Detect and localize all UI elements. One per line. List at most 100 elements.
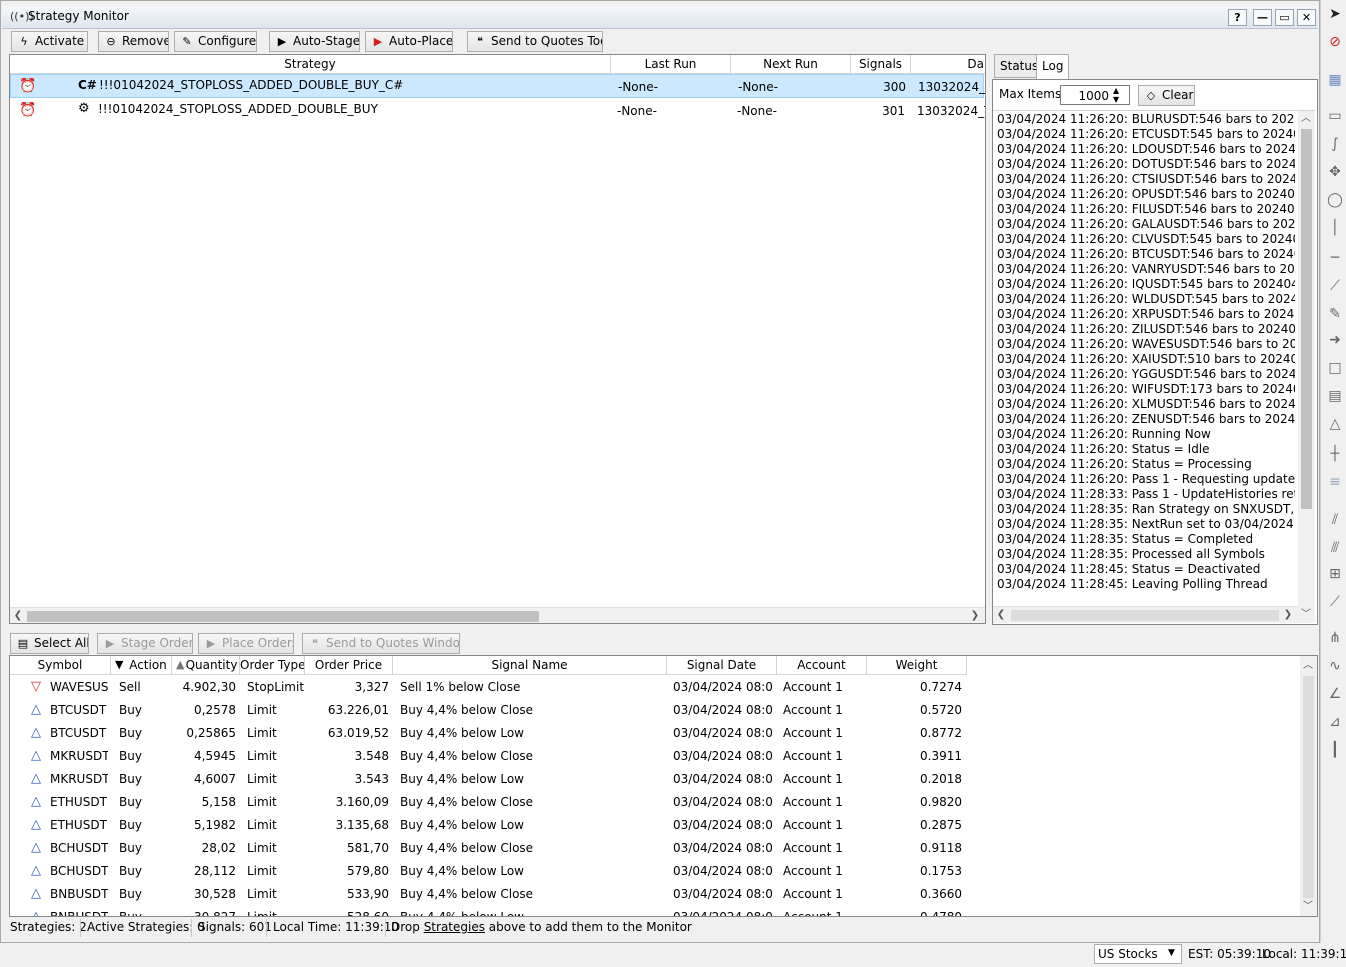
stage-orders-button[interactable]: ▶ Stage Orders bbox=[97, 633, 193, 654]
angle-icon[interactable]: ∠ bbox=[1325, 686, 1345, 708]
col-header-date[interactable]: Da bbox=[911, 55, 985, 74]
pattern-icon[interactable]: ⊞ bbox=[1325, 566, 1345, 588]
spin-down-icon[interactable]: ▼ bbox=[1113, 95, 1119, 104]
order-action: Buy bbox=[119, 749, 142, 763]
col-header-account[interactable]: Account bbox=[777, 656, 867, 675]
col-header-weight[interactable]: Weight bbox=[867, 656, 967, 675]
log-line: 03/04/2024 11:26:20: OPUSDT:546 bars to … bbox=[997, 187, 1295, 201]
strategy-row[interactable]: ⏰ ⚙ !!!01042024_STOPLOSS_ADDED_DOUBLE_BU… bbox=[10, 99, 985, 123]
auto-stage-button[interactable]: ▶ Auto-Stage bbox=[269, 31, 360, 52]
col-header-signal-name[interactable]: Signal Name bbox=[393, 656, 667, 675]
scroll-down-icon[interactable]: ﹀ bbox=[1300, 899, 1316, 915]
orders-vscrollbar[interactable]: ︿ ﹀ bbox=[1300, 656, 1317, 916]
pencil-icon[interactable]: ✎ bbox=[1325, 306, 1345, 328]
auto-place-button[interactable]: ▶ Auto-Place bbox=[365, 31, 453, 52]
place-orders-button[interactable]: ▶ Place Orders bbox=[198, 633, 294, 654]
table-row[interactable]: △ BCHUSDT Buy 28,02 Limit 581,70 Buy 4,4% belo… bbox=[10, 837, 1305, 860]
ellipse-icon[interactable]: ◯ bbox=[1325, 192, 1345, 214]
col-header-symbol[interactable]: Symbol bbox=[10, 656, 111, 675]
select-all-button[interactable]: ▤ Select All bbox=[10, 633, 89, 654]
send-to-quotes-window-button[interactable]: ❝ Send to Quotes Window bbox=[302, 633, 460, 654]
cycles-icon[interactable]: ┃ bbox=[1325, 742, 1345, 764]
order-action: Buy bbox=[119, 726, 142, 740]
strategy-hscrollbar[interactable]: ❮ ❯ bbox=[10, 607, 985, 623]
scroll-thumb[interactable] bbox=[1303, 676, 1314, 898]
activate-button[interactable]: ϟ Activate bbox=[11, 31, 88, 52]
grid-icon[interactable]: ▦ bbox=[1325, 72, 1345, 94]
send-to-quotes-tool-button[interactable]: ❝ Send to Quotes Tool bbox=[467, 31, 603, 52]
col-header-last-run[interactable]: Last Run bbox=[611, 55, 731, 74]
wave-icon[interactable]: ∿ bbox=[1325, 658, 1345, 680]
title-bar[interactable]: ((•)) Strategy Monitor ? — ▭ ✕ bbox=[2, 5, 1318, 29]
fork-icon[interactable]: ⋔ bbox=[1325, 630, 1345, 652]
ray-icon[interactable]: ⟋ bbox=[1325, 594, 1345, 616]
scroll-left-icon[interactable]: ❮ bbox=[993, 607, 1009, 623]
gann-icon[interactable]: ⊿ bbox=[1325, 714, 1345, 736]
col-header-order-price[interactable]: Order Price bbox=[305, 656, 393, 675]
col-header-quantity[interactable]: ▲ Quantity bbox=[172, 656, 240, 675]
col-header-signals[interactable]: Signals bbox=[851, 55, 911, 74]
order-account: Account 1 bbox=[783, 818, 843, 832]
parallel-icon[interactable]: ⫻ bbox=[1325, 540, 1345, 562]
scroll-down-icon[interactable]: ﹀ bbox=[1298, 607, 1314, 623]
arrow-icon[interactable]: ➜ bbox=[1325, 332, 1345, 354]
market-select[interactable]: US Stocks ▼ bbox=[1094, 944, 1182, 964]
table-row[interactable]: △ BNBUSDT Buy 30,827 Limit 528,60 Buy 4,4% bel… bbox=[10, 906, 1305, 916]
table-row[interactable]: △ BTCUSDT Buy 0,25865 Limit 63.019,52 Buy 4,4%… bbox=[10, 722, 1305, 745]
order-account: Account 1 bbox=[783, 772, 843, 786]
order-quantity: 0,25865 bbox=[186, 726, 236, 740]
help-button[interactable]: ? bbox=[1228, 9, 1247, 26]
clear-log-button[interactable]: ◇ Clear bbox=[1138, 85, 1195, 106]
table-row[interactable]: △ BCHUSDT Buy 28,112 Limit 579,80 Buy 4,4% bel… bbox=[10, 860, 1305, 883]
scroll-thumb[interactable] bbox=[1301, 129, 1312, 509]
horizontal-line-icon[interactable]: ─ bbox=[1325, 250, 1345, 272]
note-icon[interactable]: ▤ bbox=[1325, 388, 1345, 410]
marker-icon[interactable]: ┼ bbox=[1325, 446, 1345, 468]
triangle-icon[interactable]: △ bbox=[1325, 416, 1345, 438]
scroll-up-icon[interactable]: ︿ bbox=[1300, 658, 1316, 674]
strategy-row[interactable]: ⏰ C# !!!01042024_STOPLOSS_ADDED_DOUBLE_B… bbox=[10, 74, 985, 98]
tab-log[interactable]: Log bbox=[1036, 54, 1070, 80]
table-row[interactable]: ▽ WAVESUSD Sell 4.902,30 StopLimit 3,327 Sell … bbox=[10, 676, 1305, 699]
col-header-order-type[interactable]: Order Type bbox=[240, 656, 305, 675]
send-quotes-window-label: Send to Quotes Window bbox=[326, 636, 460, 650]
table-row[interactable]: △ BNBUSDT Buy 30,528 Limit 533,90 Buy 4,4% bel… bbox=[10, 883, 1305, 906]
calendar-icon[interactable]: ▭ bbox=[1325, 108, 1345, 130]
spin-up-icon[interactable]: ▲ bbox=[1113, 86, 1119, 95]
order-quantity: 4.902,30 bbox=[182, 680, 236, 694]
log-hscrollbar[interactable]: ❮ ❯ bbox=[993, 606, 1298, 623]
no-entry-icon[interactable]: ⊘ bbox=[1325, 34, 1345, 56]
channel-icon[interactable]: ⫽ bbox=[1325, 512, 1345, 534]
rectangle-icon[interactable]: □ bbox=[1325, 360, 1345, 382]
scroll-thumb[interactable] bbox=[27, 611, 539, 622]
col-header-signal-date[interactable]: Signal Date bbox=[667, 656, 777, 675]
vertical-line-icon[interactable]: │ bbox=[1325, 220, 1345, 242]
scroll-left-icon[interactable]: ❮ bbox=[10, 608, 26, 623]
table-row[interactable]: △ ETHUSDT Buy 5,1982 Limit 3.135,68 Buy 4,4% b… bbox=[10, 814, 1305, 837]
cursor-icon[interactable]: ➤ bbox=[1325, 6, 1345, 28]
maximize-button[interactable]: ▭ bbox=[1275, 9, 1294, 26]
table-row[interactable]: △ ETHUSDT Buy 5,158 Limit 3.160,09 Buy 4,4% be… bbox=[10, 791, 1305, 814]
scroll-thumb[interactable] bbox=[1011, 610, 1279, 621]
col-header-action[interactable]: ▼ Action bbox=[111, 656, 172, 675]
close-button[interactable]: ✕ bbox=[1297, 9, 1316, 26]
table-row[interactable]: △ BTCUSDT Buy 0,2578 Limit 63.226,01 Buy 4,4% … bbox=[10, 699, 1305, 722]
crosshair-icon[interactable]: ✥ bbox=[1325, 164, 1345, 186]
log-vscrollbar[interactable]: ︿ ﹀ bbox=[1298, 111, 1315, 623]
col-header-next-run[interactable]: Next Run bbox=[731, 55, 851, 74]
remove-icon: ⊖ bbox=[106, 35, 116, 48]
table-row[interactable]: △ MKRUSDT Buy 4,6007 Limit 3.543 Buy 4,4% belo… bbox=[10, 768, 1305, 791]
col-header-strategy[interactable]: Strategy bbox=[10, 55, 611, 74]
table-row[interactable]: △ MKRUSDT Buy 4,5945 Limit 3.548 Buy 4,4% belo… bbox=[10, 745, 1305, 768]
scroll-right-icon[interactable]: ❯ bbox=[1280, 607, 1296, 623]
minimize-button[interactable]: — bbox=[1253, 9, 1272, 26]
remove-button[interactable]: ⊖ Remove bbox=[98, 31, 169, 52]
fib-icon[interactable]: ≡ bbox=[1325, 474, 1345, 496]
max-items-stepper[interactable]: 1000 ▲ ▼ bbox=[1060, 85, 1130, 105]
curve-icon[interactable]: ∫ bbox=[1325, 136, 1345, 158]
scroll-up-icon[interactable]: ︿ bbox=[1298, 111, 1314, 127]
strategies-link[interactable]: Strategies bbox=[424, 920, 485, 934]
configure-button[interactable]: ✎ Configure bbox=[174, 31, 257, 52]
trend-line-icon[interactable]: ⟋ bbox=[1325, 278, 1345, 300]
scroll-right-icon[interactable]: ❯ bbox=[967, 608, 983, 623]
